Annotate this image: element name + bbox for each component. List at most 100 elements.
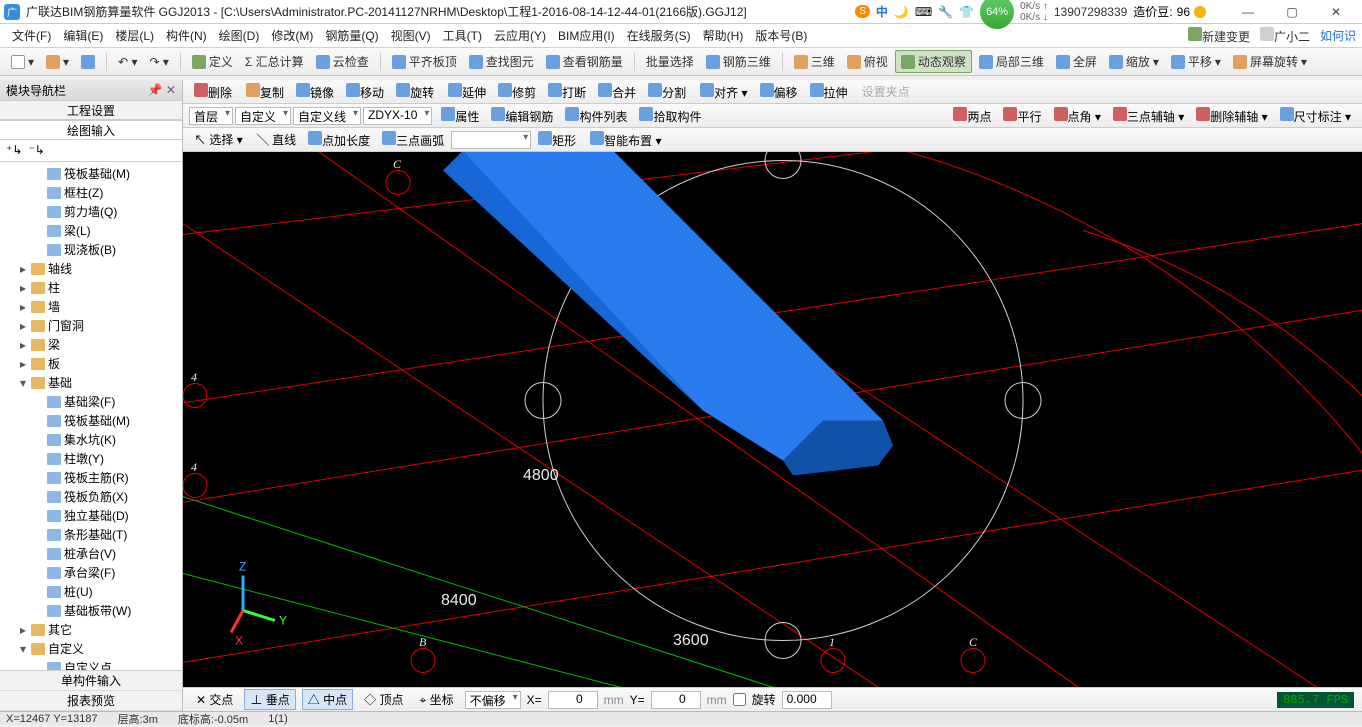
tree-item[interactable]: ▸门窗洞 — [0, 316, 182, 335]
rotate-input[interactable]: 0.000 — [782, 691, 832, 709]
maximize-button[interactable]: ▢ — [1270, 1, 1314, 23]
sogou-ime-icon[interactable]: S — [855, 5, 870, 18]
code-select[interactable]: ZDYX-10 — [363, 107, 432, 125]
pin-icon[interactable]: 📌 ✕ — [148, 83, 176, 97]
tree-item[interactable]: 桩(U) — [0, 582, 182, 601]
extend-button[interactable]: 延伸 — [443, 82, 491, 102]
tree-item[interactable]: 筏板主筋(R) — [0, 468, 182, 487]
pickcomp-button[interactable]: 拾取构件 — [634, 106, 706, 126]
tree-item[interactable]: 条形基础(T) — [0, 525, 182, 544]
pan-button[interactable]: 平移 ▾ — [1166, 51, 1226, 72]
x-input[interactable]: 0 — [548, 691, 598, 709]
ptlen-button[interactable]: 点加长度 — [303, 130, 375, 150]
redo-button[interactable]: ↷ ▾ — [144, 53, 173, 71]
tree-item[interactable]: ▾自定义 — [0, 639, 182, 658]
offset-button[interactable]: 偏移 — [755, 82, 803, 102]
menu-file[interactable]: 文件(F) — [6, 25, 57, 46]
tree-item[interactable]: ▸柱 — [0, 278, 182, 297]
flatten-button[interactable]: 平齐板顶 — [387, 51, 462, 72]
dim-button[interactable]: 尺寸标注 ▾ — [1275, 106, 1356, 126]
delete-button[interactable]: 删除 — [189, 82, 237, 102]
tree-item[interactable]: 框柱(Z) — [0, 183, 182, 202]
tree-item[interactable]: ▸其它 — [0, 620, 182, 639]
tree-item[interactable]: ▸梁 — [0, 335, 182, 354]
define-button[interactable]: 定义 — [187, 51, 238, 72]
menu-online[interactable]: 在线服务(S) — [621, 25, 697, 46]
tree-item[interactable]: 筏板基础(M) — [0, 411, 182, 430]
tree-item[interactable]: ▸轴线 — [0, 259, 182, 278]
tab-draw-input[interactable]: 绘图输入 — [0, 120, 182, 140]
tree-item[interactable]: 集水坑(K) — [0, 430, 182, 449]
tree-item[interactable]: ▸墙 — [0, 297, 182, 316]
menu-edit[interactable]: 编辑(E) — [57, 25, 109, 46]
tab-project-setup[interactable]: 工程设置 — [0, 100, 182, 120]
smart-button[interactable]: 智能布置 ▾ — [585, 130, 666, 150]
menu-tools[interactable]: 工具(T) — [437, 25, 488, 46]
copy-button[interactable]: 复制 — [241, 82, 289, 102]
menu-bim[interactable]: BIM应用(I) — [552, 25, 621, 46]
save-button[interactable] — [76, 53, 100, 71]
merge-button[interactable]: 合并 — [593, 82, 641, 102]
checkrebar-button[interactable]: 查看钢筋量 — [541, 51, 628, 72]
rotate-button[interactable]: 旋转 — [391, 82, 439, 102]
threeaxis-button[interactable]: 三点辅轴 ▾ — [1108, 106, 1189, 126]
menu-rebar[interactable]: 钢筋量(Q) — [319, 25, 384, 46]
open-button[interactable]: ▾ — [41, 53, 74, 71]
batchsel-button[interactable]: 批量选择 — [641, 51, 699, 72]
findpic-button[interactable]: 查找图元 — [464, 51, 539, 72]
tree-item[interactable]: ▸板 — [0, 354, 182, 373]
mid-snap[interactable]: △ 中点 — [302, 689, 353, 710]
menu-help[interactable]: 帮助(H) — [697, 25, 750, 46]
cross-snap[interactable]: ✕ 交点 — [191, 690, 238, 709]
user-button[interactable]: 广小二 — [1260, 27, 1310, 45]
props-button[interactable]: 属性 — [436, 106, 484, 126]
y-input[interactable]: 0 — [651, 691, 701, 709]
menu-component[interactable]: 构件(N) — [160, 25, 213, 46]
rotate-checkbox[interactable] — [733, 693, 746, 706]
floor-select[interactable]: 首层 — [189, 107, 233, 125]
ime-lang[interactable]: 中 — [876, 3, 888, 20]
menu-modify[interactable]: 修改(M) — [265, 25, 319, 46]
tree-item[interactable]: 承台梁(F) — [0, 563, 182, 582]
fullscreen-button[interactable]: 全屏 — [1051, 51, 1102, 72]
tree-item[interactable]: 桩承台(V) — [0, 544, 182, 563]
menu-cloud[interactable]: 云应用(Y) — [488, 25, 552, 46]
tree-item[interactable]: 自定义点 — [0, 658, 182, 670]
complist-button[interactable]: 构件列表 — [560, 106, 632, 126]
stretch-button[interactable]: 拉伸 — [805, 82, 853, 102]
menu-view[interactable]: 视图(V) — [385, 25, 437, 46]
expand-all-icon[interactable]: ⁺↳ — [6, 143, 22, 158]
tree-item[interactable]: 筏板基础(M) — [0, 164, 182, 183]
tree-item[interactable]: 剪力墙(Q) — [0, 202, 182, 221]
draw-mode-select[interactable] — [451, 131, 531, 149]
tree-item[interactable]: ▾基础 — [0, 373, 182, 392]
type-select[interactable]: 自定义线 — [293, 107, 361, 125]
category-select[interactable]: 自定义 — [235, 107, 291, 125]
battery-ball-icon[interactable]: 64% — [980, 0, 1014, 29]
menu-draw[interactable]: 绘图(D) — [213, 25, 266, 46]
howto-link[interactable]: 如何识 — [1320, 27, 1356, 44]
sit-snap[interactable]: ⌖ 坐标 — [414, 690, 458, 709]
close-button[interactable]: ✕ — [1314, 1, 1358, 23]
offset-mode[interactable]: 不偏移 — [465, 691, 521, 709]
menu-version[interactable]: 版本号(B) — [749, 25, 813, 46]
tree-item[interactable]: 梁(L) — [0, 221, 182, 240]
arc3-button[interactable]: 三点画弧 — [377, 130, 449, 150]
tree-item[interactable]: 现浇板(B) — [0, 240, 182, 259]
minimize-button[interactable]: — — [1226, 1, 1270, 23]
rect-button[interactable]: 矩形 — [533, 130, 581, 150]
align-button[interactable]: 对齐 ▾ — [695, 82, 752, 102]
undo-button[interactable]: ↶ ▾ — [113, 53, 142, 71]
break-button[interactable]: 打断 — [543, 82, 591, 102]
screenrot-button[interactable]: 屏幕旋转 ▾ — [1228, 51, 1312, 72]
tab-single-input[interactable]: 单构件输入 — [0, 671, 182, 691]
trim-button[interactable]: 修剪 — [493, 82, 541, 102]
twopt-button[interactable]: 两点 — [948, 106, 996, 126]
parallel-button[interactable]: 平行 — [998, 106, 1046, 126]
new-file-button[interactable]: ▾ — [6, 53, 39, 71]
tree-item[interactable]: 基础梁(F) — [0, 392, 182, 411]
tree-item[interactable]: 柱墩(Y) — [0, 449, 182, 468]
tree-item[interactable]: 独立基础(D) — [0, 506, 182, 525]
select-button[interactable]: ↖ 选择 ▾ — [189, 130, 248, 149]
delaxis-button[interactable]: 删除辅轴 ▾ — [1191, 106, 1272, 126]
